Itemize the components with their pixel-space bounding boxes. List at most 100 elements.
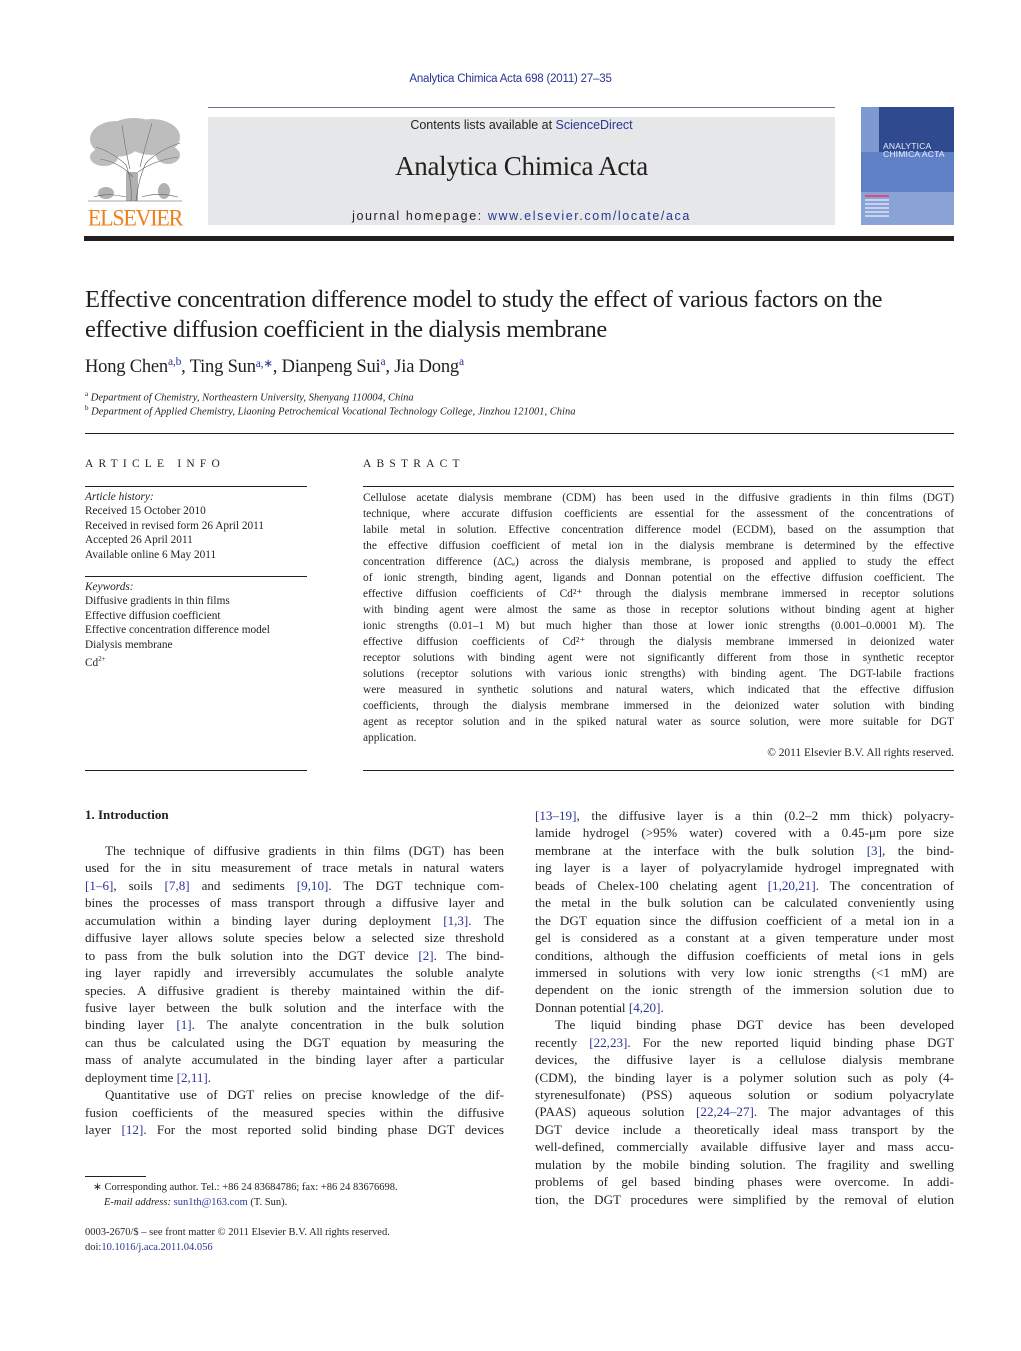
body-text-line: bines the processes of mass transport th… bbox=[85, 894, 504, 911]
author-affiliation-mark[interactable]: a,b bbox=[168, 356, 181, 368]
header-thick-rule bbox=[84, 236, 954, 241]
body-text-line: Quantitative use of DGT relies on precis… bbox=[85, 1086, 504, 1103]
body-text: membrane at the interface with the bulk … bbox=[535, 842, 867, 858]
citation-link[interactable]: [13–19] bbox=[535, 808, 576, 823]
body-text: recently bbox=[535, 1034, 590, 1050]
body-text: immersed in solutions with very low ioni… bbox=[535, 964, 954, 980]
affiliation-text: Department of Chemistry, Northeastern Un… bbox=[90, 392, 414, 404]
citation-link[interactable]: [2] bbox=[418, 948, 433, 963]
author-affiliation-mark[interactable]: a bbox=[459, 356, 464, 368]
citation-link[interactable]: [1,3] bbox=[443, 913, 468, 928]
body-text-line: Donnan potential [4,20]. bbox=[535, 999, 954, 1016]
divider bbox=[363, 770, 954, 771]
body-text: lamide hydrogel (>95% water) covered wit… bbox=[535, 825, 954, 841]
keyword-superscript: 2+ bbox=[98, 655, 106, 664]
front-matter: 0003-2670/$ – see front matter © 2011 El… bbox=[85, 1225, 390, 1255]
citation-link[interactable]: [2,11] bbox=[177, 1070, 208, 1085]
footnote-text: Corresponding author. Tel.: +86 24 83684… bbox=[104, 1182, 398, 1193]
sciencedirect-link[interactable]: ScienceDirect bbox=[556, 118, 633, 132]
citation-link[interactable]: [12] bbox=[122, 1122, 144, 1137]
keyword[interactable]: Diffusive gradients in thin films bbox=[85, 594, 270, 608]
abstract-heading: ABSTRACT bbox=[363, 458, 465, 470]
body-text: . bbox=[207, 1069, 212, 1085]
body-text-line: [1–6], soils [7,8] and sediments [9,10].… bbox=[85, 877, 504, 894]
doi-link[interactable]: 10.1016/j.aca.2011.04.056 bbox=[101, 1242, 212, 1253]
citation-link[interactable]: [1] bbox=[176, 1017, 191, 1032]
keyword[interactable]: Effective concentration difference model bbox=[85, 623, 270, 637]
citation-link[interactable]: [1,20,21] bbox=[768, 878, 816, 893]
affiliation-b: b Department of Applied Chemistry, Liaon… bbox=[85, 404, 575, 418]
cover-contents-list bbox=[865, 195, 889, 219]
body-text: the DGT equation since the diffusion coe… bbox=[535, 912, 954, 928]
body-text-line: tion, the DGT procedures were simplified… bbox=[535, 1191, 954, 1208]
body-text: The technique of diffusive gradients in … bbox=[105, 843, 504, 858]
body-text: The liquid binding phase DGT device has … bbox=[555, 1017, 954, 1033]
body-text-line: binding layer [1]. The analyte concentra… bbox=[85, 1016, 504, 1033]
citation-link[interactable]: [3] bbox=[867, 843, 882, 858]
body-text: fusive layer between the bulk solution a… bbox=[85, 999, 504, 1015]
body-text-line: membrane at the interface with the bulk … bbox=[535, 842, 954, 859]
author-affiliation-mark[interactable]: a,∗ bbox=[256, 358, 273, 370]
elsevier-wordmark: ELSEVIER bbox=[87, 204, 183, 231]
body-text: . The bbox=[468, 912, 505, 928]
body-text: and sediments bbox=[189, 877, 297, 893]
body-text-line: fusion coefficients of the measured spec… bbox=[85, 1104, 504, 1121]
doi-prefix: doi: bbox=[85, 1242, 102, 1253]
author-name[interactable]: Dianpeng Sui bbox=[282, 357, 381, 377]
history-item: Received 15 October 2010 bbox=[85, 505, 206, 518]
elsevier-logo[interactable]: ELSEVIER bbox=[84, 117, 186, 231]
journal-citation-link[interactable]: Analytica Chimica Acta 698 (2011) 27–35 bbox=[0, 73, 1021, 85]
author-name[interactable]: Jia Dong bbox=[394, 357, 459, 377]
citation-link[interactable]: [22,23] bbox=[589, 1035, 627, 1050]
author-name[interactable]: Ting Sun bbox=[190, 357, 256, 377]
homepage-link[interactable]: www.elsevier.com/locate/aca bbox=[488, 209, 691, 223]
journal-cover-image[interactable]: ANALYTICA CHIMICA ACTA bbox=[861, 107, 954, 225]
body-text-line: dependent on the ionic strength of the i… bbox=[535, 981, 954, 998]
body-text: bines the processes of mass transport th… bbox=[85, 895, 504, 911]
cover-title: ANALYTICA CHIMICA ACTA bbox=[883, 142, 945, 159]
citation-link[interactable]: [4,20] bbox=[629, 1000, 661, 1015]
footnote-marker: ∗ bbox=[93, 1182, 102, 1193]
body-text: styrenesulfonate) (PSS) aqueous solution… bbox=[535, 1087, 954, 1102]
body-text: dependent on the ionic strength of the i… bbox=[535, 982, 954, 998]
homepage-line: journal homepage: www.elsevier.com/locat… bbox=[208, 209, 835, 223]
body-text: Quantitative use of DGT relies on precis… bbox=[105, 1087, 504, 1103]
body-text: gel is considered as a constant at a giv… bbox=[535, 930, 954, 946]
body-text-line: lamide hydrogel (>95% water) covered wit… bbox=[535, 824, 954, 841]
abstract-body: Cellulose acetate dialysis membrane (CDM… bbox=[363, 490, 954, 746]
body-text: used for the in situ measurement of trac… bbox=[85, 860, 504, 876]
body-text-line: gel is considered as a constant at a giv… bbox=[535, 929, 954, 946]
email-link[interactable]: sun1th@163.com bbox=[174, 1197, 248, 1208]
body-column-left: The technique of diffusive gradients in … bbox=[85, 842, 504, 1138]
history-item: Accepted 26 April 2011 bbox=[85, 534, 193, 547]
author-name[interactable]: Hong Chen bbox=[85, 357, 168, 377]
body-text: binding layer bbox=[85, 1017, 177, 1033]
body-text-line: mass of analyte accumulated in the bindi… bbox=[85, 1051, 504, 1068]
abstract-line: the effective diffusion coefficient of m… bbox=[363, 540, 954, 552]
author-affiliation-mark[interactable]: a bbox=[380, 356, 385, 368]
body-text: . The analyte concentration in the bulk … bbox=[191, 1017, 504, 1033]
citation-link[interactable]: [22,24–27] bbox=[696, 1104, 754, 1119]
divider bbox=[85, 576, 307, 577]
body-text-line: can thus be calculated using the DGT equ… bbox=[85, 1034, 504, 1051]
citation-link[interactable]: [9,10] bbox=[297, 878, 329, 893]
keyword[interactable]: Cd2+ bbox=[85, 652, 270, 670]
abstract-line: of ionic strength, binding agent, ligand… bbox=[363, 572, 954, 584]
citation-link[interactable]: [7,8] bbox=[165, 878, 190, 893]
keyword[interactable]: Dialysis membrane bbox=[85, 638, 270, 652]
body-text: , soils bbox=[113, 877, 165, 893]
citation-link[interactable]: [1–6] bbox=[85, 878, 113, 893]
body-text-line: (CDM), the binding layer is a polymer so… bbox=[535, 1069, 954, 1086]
contents-line: Contents lists available at ScienceDirec… bbox=[208, 118, 835, 132]
body-text-line: ing layer is a layer of polyacrylamide h… bbox=[535, 859, 954, 876]
email-label: E-mail address: bbox=[104, 1196, 171, 1208]
abstract-line: were measured in synthetic solutions and… bbox=[363, 684, 954, 696]
body-text: accumulation within a binding layer duri… bbox=[85, 912, 444, 928]
keyword[interactable]: Effective diffusion coefficient bbox=[85, 609, 270, 623]
body-text-line: the metal in the bulk solution can be ca… bbox=[535, 894, 954, 911]
footnote-rule bbox=[85, 1176, 146, 1177]
body-text-line: The technique of diffusive gradients in … bbox=[85, 842, 504, 859]
body-text: beads of Chelex-100 chelating agent bbox=[535, 877, 768, 893]
title-divider bbox=[85, 433, 954, 434]
body-text-line: [13–19], the diffusive layer is a thin (… bbox=[535, 807, 954, 824]
